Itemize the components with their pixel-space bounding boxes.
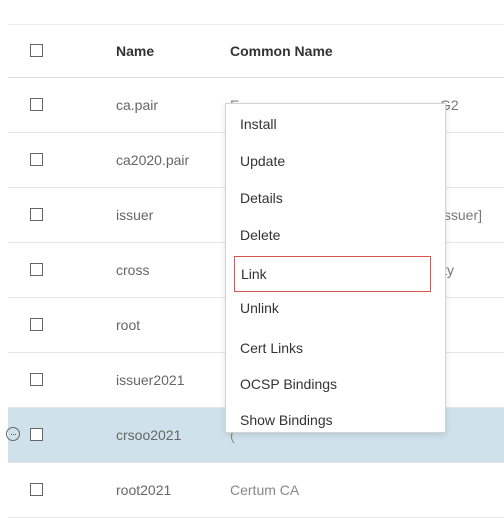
menu-item-delete[interactable]: Delete [234, 221, 431, 249]
menu-item-cert-links[interactable]: Cert Links [234, 334, 431, 362]
table-row[interactable]: root2021 Certum CA [8, 463, 504, 518]
cert-name: ca2020.pair [116, 152, 190, 168]
row-checkbox[interactable] [30, 98, 43, 111]
row-checkbox[interactable] [30, 318, 43, 331]
menu-item-details[interactable]: Details [234, 184, 431, 212]
row-checkbox[interactable] [30, 153, 43, 166]
menu-item-show-bindings[interactable]: Show Bindings [234, 406, 431, 434]
cert-name: root2021 [116, 482, 172, 498]
cert-name: cross [116, 262, 150, 278]
cert-common-name-tail: Issuer] [440, 207, 483, 223]
table-header: Name Common Name [8, 24, 504, 78]
header-name[interactable]: Name [116, 25, 154, 77]
row-checkbox[interactable] [30, 428, 43, 441]
header-common-name[interactable]: Common Name [230, 25, 333, 77]
cert-name: issuer [116, 207, 154, 223]
row-checkbox[interactable] [30, 208, 43, 221]
cert-name: crsoo2021 [116, 427, 182, 443]
cert-name: issuer2021 [116, 372, 185, 388]
cert-common-name: Certum CA [230, 482, 300, 498]
cert-name: ca.pair [116, 97, 159, 113]
menu-item-install[interactable]: Install [234, 110, 431, 138]
menu-item-unlink[interactable]: Unlink [234, 294, 431, 322]
more-options-icon[interactable]: ··· [6, 427, 20, 441]
row-checkbox[interactable] [30, 263, 43, 276]
context-menu: Install Update Details Delete Link Unlin… [225, 103, 446, 433]
menu-item-ocsp-bindings[interactable]: OCSP Bindings [234, 370, 431, 398]
menu-item-link[interactable]: Link [234, 256, 431, 292]
cert-name: root [116, 317, 141, 333]
menu-item-update[interactable]: Update [234, 147, 431, 175]
select-all-checkbox[interactable] [30, 44, 43, 57]
row-checkbox[interactable] [30, 373, 43, 386]
row-checkbox[interactable] [30, 483, 43, 496]
